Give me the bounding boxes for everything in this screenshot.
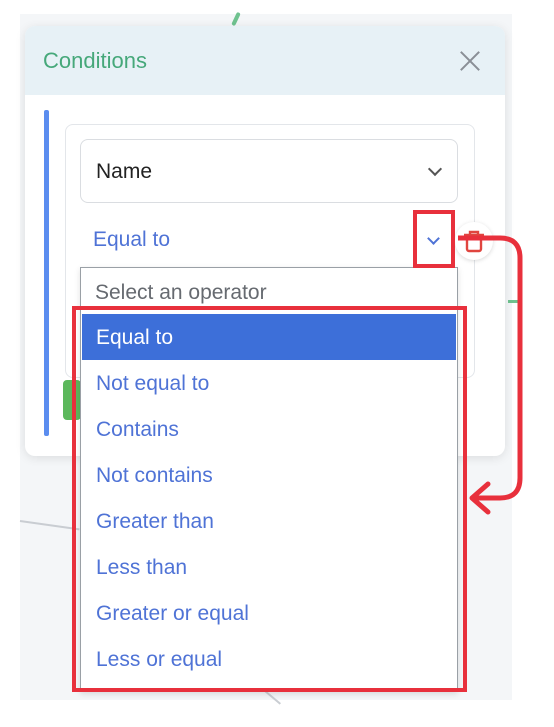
operator-select[interactable]: Equal to xyxy=(80,214,456,264)
dropdown-placeholder: Select an operator xyxy=(95,281,267,304)
panel-title: Conditions xyxy=(43,48,147,73)
field-select-value: Name xyxy=(96,160,153,183)
field-select[interactable]: Name xyxy=(80,139,458,203)
annotation-box-chevron xyxy=(413,210,455,268)
trash-icon xyxy=(464,230,484,253)
operator-select-value: Equal to xyxy=(93,228,171,251)
canvas-connector xyxy=(508,300,518,303)
delete-condition-button[interactable] xyxy=(455,222,493,260)
panel-header: Conditions xyxy=(25,26,505,95)
condition-group-accent xyxy=(44,110,49,436)
chevron-down-icon xyxy=(427,161,443,177)
close-icon[interactable] xyxy=(455,46,485,76)
annotation-box-options xyxy=(72,306,467,692)
